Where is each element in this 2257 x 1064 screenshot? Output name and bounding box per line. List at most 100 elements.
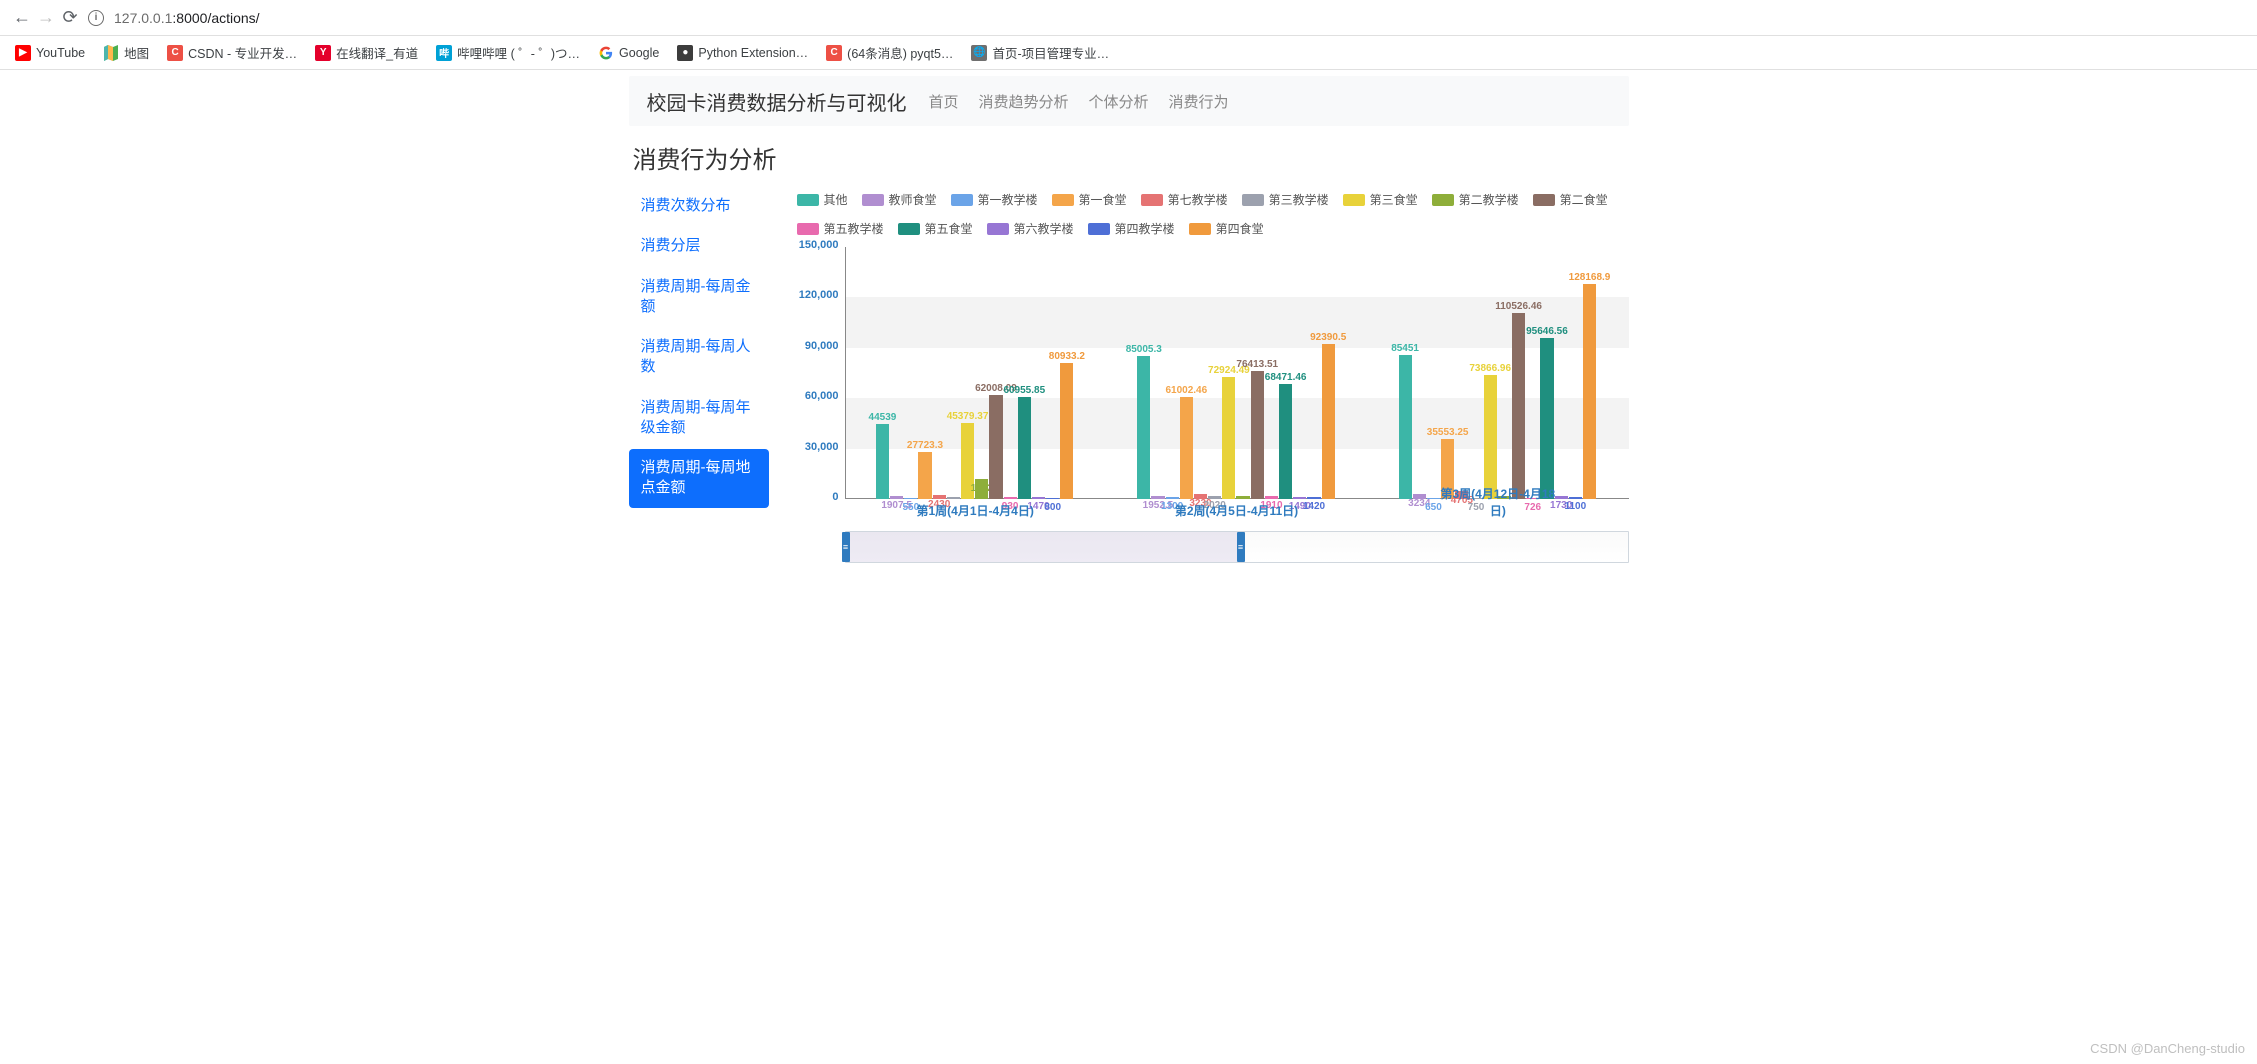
bookmark-label: Python Extension… — [698, 46, 808, 60]
legend-item[interactable]: 第一教学楼 — [951, 191, 1038, 208]
page-title: 消费行为分析 — [633, 140, 1629, 175]
address-bar[interactable]: 127.0.0.1:8000/actions/ — [114, 10, 260, 26]
sidebar-item[interactable]: 消费次数分布 — [629, 187, 769, 225]
bookmark-label: CSDN - 专业开发… — [188, 43, 297, 62]
bookmark-item[interactable]: ●Python Extension… — [672, 42, 813, 64]
bar[interactable]: 85451 — [1399, 355, 1412, 499]
nav-back-button[interactable]: ← — [10, 5, 34, 30]
sidebar-item[interactable]: 消费周期-每周金额 — [629, 268, 769, 327]
legend-item[interactable]: 教师食堂 — [862, 191, 937, 208]
bar[interactable]: 1910 — [1265, 496, 1278, 499]
bar[interactable]: 1952.5 — [1151, 496, 1164, 499]
bar-group: 85451323465035553.25470575073866.9611052… — [1367, 247, 1628, 499]
legend-item[interactable]: 第四教学楼 — [1088, 220, 1175, 237]
legend-label: 第一教学楼 — [978, 191, 1038, 208]
bar[interactable]: 1420 — [1307, 497, 1320, 499]
bar[interactable]: 85005.3 — [1137, 356, 1150, 499]
bar[interactable]: 73866.96 — [1484, 375, 1497, 499]
bookmark-item[interactable]: Google — [593, 42, 664, 64]
bar-label: 128168.9 — [1569, 272, 1611, 283]
favicon: Y — [315, 45, 331, 61]
y-tick: 150,000 — [799, 239, 839, 251]
bar[interactable]: 61002.46 — [1180, 397, 1193, 499]
bar[interactable]: 3230 — [1194, 494, 1207, 499]
bookmark-item[interactable]: ▶YouTube — [10, 42, 90, 64]
bookmark-item[interactable]: Y 在线翻译_有道 — [310, 40, 423, 65]
x-label: 第2周(4月5日-4月11日) — [1175, 502, 1298, 519]
nav-link[interactable]: 消费趋势分析 — [979, 94, 1069, 111]
legend-item[interactable]: 第一食堂 — [1052, 191, 1127, 208]
bar-label: 110526.46 — [1495, 301, 1542, 312]
bar[interactable]: 110526.46 — [1512, 313, 1525, 499]
bar[interactable]: 68471.46 — [1279, 384, 1292, 499]
legend-item[interactable]: 第五教学楼 — [797, 220, 884, 237]
bar[interactable]: 27723.3 — [918, 452, 931, 499]
legend-item[interactable]: 第三食堂 — [1343, 191, 1418, 208]
bar[interactable] — [947, 497, 960, 499]
bar-label: 92390.5 — [1310, 332, 1346, 343]
bookmark-item[interactable]: 地图 — [98, 40, 154, 65]
bar[interactable]: 1907.5 — [890, 496, 903, 499]
nav-link[interactable]: 首页 — [929, 94, 959, 111]
bar[interactable] — [1236, 496, 1249, 499]
nav-forward-button[interactable]: → — [34, 5, 58, 30]
legend-item[interactable]: 第五食堂 — [898, 220, 973, 237]
bar[interactable]: 95646.56 — [1540, 338, 1553, 499]
google-icon — [598, 45, 614, 61]
legend-item[interactable]: 其他 — [797, 191, 848, 208]
bar[interactable]: 2430 — [933, 495, 946, 499]
bar-group: 85005.31952.5130061002.463230202072924.4… — [1106, 247, 1367, 499]
nav-link[interactable]: 消费行为 — [1169, 94, 1229, 111]
bar[interactable]: 1100 — [1569, 497, 1582, 499]
bar[interactable]: 1490 — [1293, 497, 1306, 500]
legend-label: 第五食堂 — [925, 220, 973, 237]
bar[interactable]: 62008.09 — [989, 395, 1002, 499]
legend-swatch — [797, 223, 819, 235]
legend-swatch — [1088, 223, 1110, 235]
bookmark-item[interactable]: C(64条消息) pyqt5… — [821, 40, 958, 65]
site-info-icon[interactable]: i — [88, 10, 104, 26]
bookmark-label: 在线翻译_有道 — [336, 43, 418, 62]
bar[interactable]: 1202 — [975, 479, 988, 499]
legend-item[interactable]: 第三教学楼 — [1242, 191, 1329, 208]
chart-area: 其他教师食堂 第一教学楼第一食堂第七教学楼第三教学楼第三食堂第二教学楼第二食堂第五… — [797, 187, 1629, 563]
bar[interactable]: 44539 — [876, 424, 889, 499]
chart-plot[interactable]: 030,00060,00090,000120,000150,000 445391… — [845, 247, 1629, 527]
bar[interactable]: 80933.2 — [1060, 363, 1073, 499]
bar[interactable]: 800 — [1046, 498, 1059, 499]
sidebar-item[interactable]: 消费周期-每周人数 — [629, 328, 769, 387]
y-tick: 90,000 — [805, 340, 839, 352]
sidebar-item[interactable]: 消费周期-每周地点金额 — [629, 449, 769, 508]
bookmarks-bar: ▶YouTube 地图 CCSDN - 专业开发… Y 在线翻译_有道哔哔哩哔哩 ( ゜… — [0, 36, 2257, 70]
bar[interactable]: 550 — [904, 498, 917, 499]
legend-label: 第五教学楼 — [824, 220, 884, 237]
nav-reload-button[interactable]: ⟳ — [58, 5, 82, 30]
legend-item[interactable]: 第六教学楼 — [987, 220, 1074, 237]
bar[interactable]: 60955.85 — [1018, 397, 1031, 499]
bar[interactable]: 1470 — [1032, 497, 1045, 499]
bookmark-item[interactable]: 🌐首页-项目管理专业… — [966, 40, 1114, 65]
bookmark-label: YouTube — [36, 46, 85, 60]
bookmark-item[interactable]: 哔哔哩哔哩 ( ゜- ゜)つ… — [431, 40, 585, 65]
bar[interactable]: 72924.49 — [1222, 377, 1235, 500]
bookmark-item[interactable]: CCSDN - 专业开发… — [162, 40, 302, 65]
bar[interactable]: 2020 — [1208, 496, 1221, 499]
bar[interactable]: 128168.9 — [1583, 284, 1596, 499]
nav-link[interactable]: 个体分析 — [1089, 94, 1149, 111]
bar-label: 95646.56 — [1526, 326, 1568, 337]
y-axis: 030,00060,00090,000120,000150,000 — [797, 247, 845, 497]
legend-item[interactable]: 第七教学楼 — [1141, 191, 1228, 208]
legend-item[interactable]: 第二教学楼 — [1432, 191, 1519, 208]
bar[interactable]: 76413.51 — [1251, 371, 1264, 499]
zoom-handle-right[interactable]: ≡ — [1237, 532, 1245, 562]
bar[interactable]: 92390.5 — [1322, 344, 1335, 499]
legend-item[interactable]: 第四食堂 — [1189, 220, 1264, 237]
sidebar-item[interactable]: 消费周期-每周年级金额 — [629, 389, 769, 448]
zoom-slider[interactable]: ≡ ≡ — [845, 531, 1629, 563]
bar[interactable]: 1300 — [1166, 497, 1179, 499]
bar[interactable]: 3234 — [1413, 494, 1426, 499]
zoom-handle-left[interactable]: ≡ — [842, 532, 850, 562]
legend-item[interactable]: 第二食堂 — [1533, 191, 1608, 208]
bar[interactable]: 930 — [1004, 497, 1017, 499]
sidebar-item[interactable]: 消费分层 — [629, 227, 769, 265]
